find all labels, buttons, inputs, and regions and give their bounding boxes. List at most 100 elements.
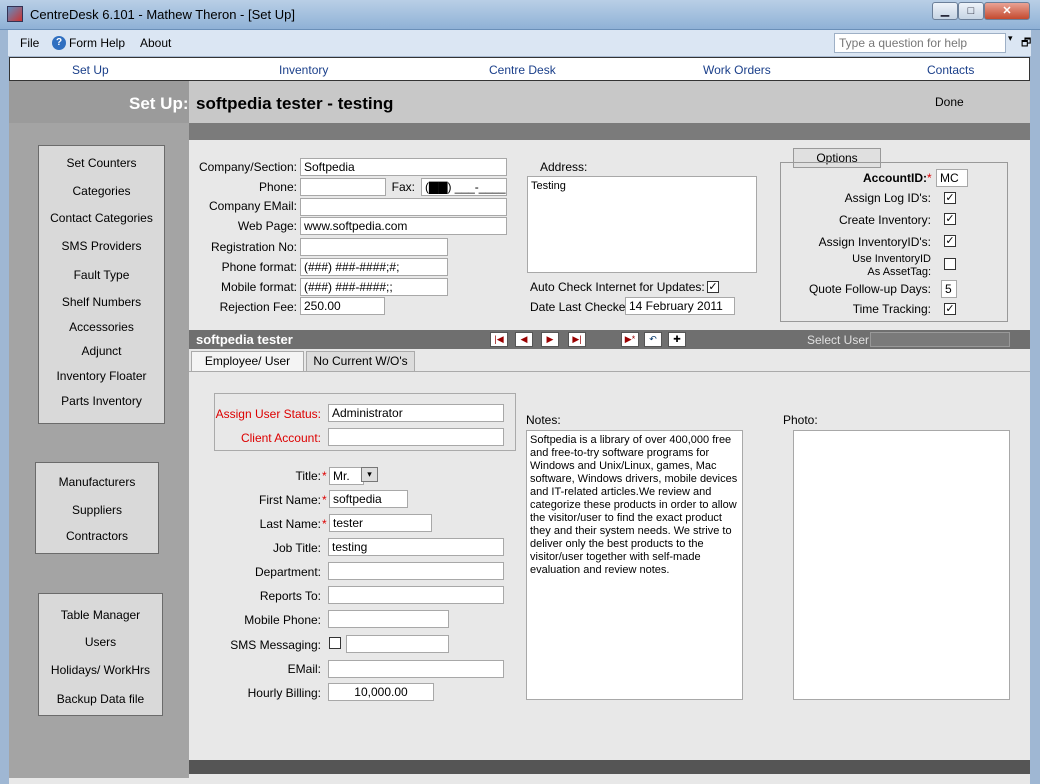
email-label: EMail: [287,662,321,676]
sidebar-item-suppliers[interactable]: Suppliers [36,503,158,517]
web-page-field[interactable]: www.softpedia.com [300,217,507,235]
required-mark: * [322,469,327,483]
nav-centre-desk[interactable]: Centre Desk [489,63,556,77]
account-id-label: AccountID: [863,171,927,185]
sidebar-item-backup[interactable]: Backup Data file [39,692,162,706]
title-bar: CentreDesk 6.101 - Mathew Theron - [Set … [0,0,1040,30]
sidebar-item-contact-categories[interactable]: Contact Categories [39,211,164,225]
select-user-field[interactable] [870,332,1010,347]
auto-check-label: Auto Check Internet for Updates: [530,280,705,294]
assign-log-ids-checkbox[interactable]: ✓ [944,192,956,204]
registration-field[interactable] [300,238,448,256]
bottom-divider [189,760,1030,774]
question-help-input[interactable]: Type a question for help [834,33,1006,53]
date-checked-field[interactable]: 14 February 2011 [625,297,735,315]
department-field[interactable] [328,562,504,580]
phone-field[interactable] [300,178,386,196]
menu-form-help[interactable]: Form Help [69,36,125,50]
last-name-field[interactable]: tester [329,514,432,532]
add-icon[interactable]: ✚ [668,332,686,347]
sidebar-item-table-manager[interactable]: Table Manager [39,608,162,622]
notes-field[interactable]: Softpedia is a library of over 400,000 f… [526,430,743,700]
email-field[interactable] [328,660,504,678]
company-section-field[interactable]: Softpedia [300,158,507,176]
sidebar-item-contractors[interactable]: Contractors [36,529,158,543]
tab-no-current-wos[interactable]: No Current W/O's [306,351,415,372]
previous-record-icon[interactable]: ◀ [515,332,533,347]
sidebar-group-vendors: Manufacturers Suppliers Contractors [35,462,159,554]
menu-about[interactable]: About [140,36,171,50]
nav-set-up[interactable]: Set Up [72,63,109,77]
sidebar-item-accessories[interactable]: Accessories [39,320,164,334]
hourly-billing-label: Hourly Billing: [247,686,321,700]
address-field[interactable]: Testing [527,176,757,273]
account-id-field[interactable]: MC [936,169,968,187]
phone-label: Phone: [258,180,297,194]
undo-icon[interactable]: ↶ [644,332,662,347]
assign-inventory-ids-checkbox[interactable]: ✓ [944,235,956,247]
first-record-icon[interactable]: |◀ [490,332,508,347]
first-name-field[interactable]: softpedia [329,490,408,508]
fax-field[interactable]: (▇▇) ___-____ [421,178,507,196]
sms-messaging-checkbox[interactable] [329,637,341,649]
menu-bar: File ? Form Help About Type a question f… [8,30,1031,57]
hourly-billing-field[interactable]: 10,000.00 [328,683,434,701]
assign-user-status-label: Assign User Status: [215,407,321,421]
mobile-format-field[interactable]: (###) ###-####;; [300,278,448,296]
minimize-button[interactable]: ▁ [932,2,958,20]
next-record-icon[interactable]: ▶ [541,332,559,347]
job-title-field[interactable]: testing [328,538,504,556]
use-inventory-id-checkbox[interactable] [944,258,956,270]
chevron-down-icon[interactable]: ▾ [361,467,378,482]
job-title-label: Job Title: [272,541,321,555]
auto-check-checkbox[interactable]: ✓ [707,281,719,293]
employee-tab-panel: Assign User Status: Administrator Client… [189,371,1030,762]
quote-followup-field[interactable]: 5 [941,280,957,298]
last-record-icon[interactable]: ▶| [568,332,586,347]
client-account-field[interactable] [328,428,504,446]
help-icon: ? [52,36,66,50]
company-email-field[interactable] [300,198,507,216]
maximize-button[interactable]: □ [958,2,984,20]
close-button[interactable]: ✕ [984,2,1030,20]
tab-employee-user[interactable]: Employee/ User [191,351,304,372]
sidebar-item-holidays[interactable]: Holidays/ WorkHrs [39,663,162,677]
options-box: AccountID: * MC Assign Log ID's: ✓ Creat… [780,162,1008,322]
sidebar-item-inventory-floater[interactable]: Inventory Floater [39,369,164,383]
assign-user-status-field[interactable]: Administrator [328,404,504,422]
time-tracking-checkbox[interactable]: ✓ [944,303,956,315]
done-button[interactable]: Done [935,95,964,109]
nav-work-orders[interactable]: Work Orders [703,63,771,77]
phone-format-field[interactable]: (###) ###-####;#; [300,258,448,276]
sidebar-item-sms-providers[interactable]: SMS Providers [39,239,164,253]
page-header-right: softpedia tester - testing Done [189,81,1030,123]
title-select[interactable]: Mr. [329,467,364,485]
phone-format-label: Phone format: [221,260,297,274]
nav-inventory[interactable]: Inventory [279,63,328,77]
use-inventory-id-label-2: As AssetTag: [867,266,931,278]
sidebar-item-adjunct[interactable]: Adjunct [39,344,164,358]
registration-label: Registration No: [210,240,297,254]
nav-contacts[interactable]: Contacts [927,63,974,77]
new-record-icon[interactable]: ▶* [621,332,639,347]
sidebar-item-parts-inventory[interactable]: Parts Inventory [39,394,164,408]
reports-to-field[interactable] [328,586,504,604]
assign-inventory-ids-label: Assign InventoryID's: [818,235,931,249]
sidebar-item-shelf-numbers[interactable]: Shelf Numbers [39,295,164,309]
web-page-label: Web Page: [237,219,297,233]
sidebar-item-set-counters[interactable]: Set Counters [39,156,164,170]
mobile-phone-field[interactable] [328,610,449,628]
chevron-down-icon[interactable]: ▾ [1008,33,1013,44]
sidebar-item-users[interactable]: Users [39,635,162,649]
restore-icon[interactable]: 🗗 [1021,34,1031,53]
sidebar-item-categories[interactable]: Categories [39,184,164,198]
sidebar-item-manufacturers[interactable]: Manufacturers [36,475,158,489]
menu-file[interactable]: File [20,36,39,50]
quote-followup-label: Quote Follow-up Days: [808,282,931,296]
create-inventory-checkbox[interactable]: ✓ [944,213,956,225]
sms-messaging-field[interactable] [346,635,449,653]
page-title-label: Set Up: [129,94,189,113]
photo-box[interactable] [793,430,1010,700]
sidebar-item-fault-type[interactable]: Fault Type [39,268,164,282]
rejection-fee-field[interactable]: 250.00 [300,297,385,315]
